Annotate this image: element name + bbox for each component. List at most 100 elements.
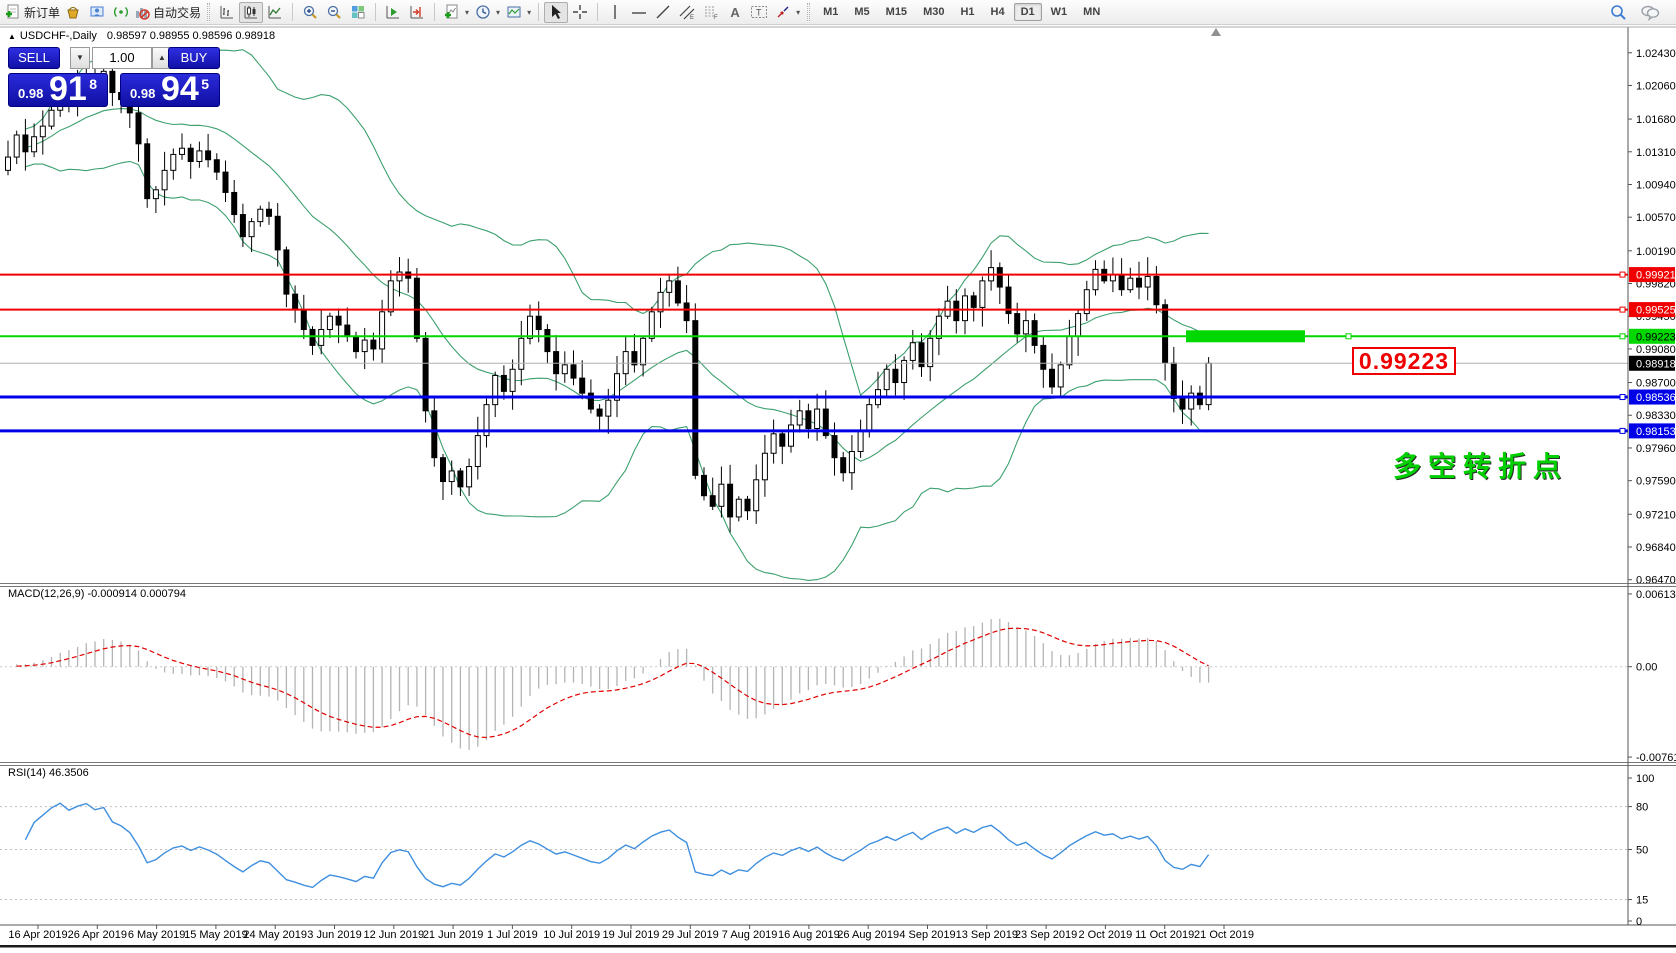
indicators-dropdown[interactable]: ▾ <box>465 8 469 17</box>
ohlc-values: 0.98597 0.98955 0.98596 0.98918 <box>106 30 276 42</box>
templates-dropdown[interactable]: ▾ <box>527 8 531 17</box>
line-anchor[interactable] <box>1619 394 1626 401</box>
search-button[interactable] <box>1606 2 1630 23</box>
label-tool-button[interactable]: T <box>747 2 771 23</box>
chart-canvas[interactable]: 1.024301.020601.016801.013101.009401.005… <box>0 25 1676 948</box>
price-level-annotation[interactable]: 0.99223 <box>1352 347 1456 376</box>
zoom-out-button[interactable] <box>322 2 346 23</box>
date-tick[interactable]: 7 Aug 2019 <box>722 929 778 941</box>
signal-button[interactable] <box>109 2 133 23</box>
date-tick[interactable]: 3 Jun 2019 <box>307 929 361 941</box>
date-tick[interactable]: 26 Aug 2019 <box>837 929 899 941</box>
fibonacci-button[interactable]: F <box>699 2 723 23</box>
arrows-dropdown[interactable]: ▾ <box>796 8 800 17</box>
volume-input[interactable]: 1.00 <box>92 47 152 69</box>
candle <box>848 450 855 474</box>
date-tick[interactable]: 16 Apr 2019 <box>8 929 67 941</box>
date-tick[interactable]: 6 May 2019 <box>128 929 185 941</box>
chat-icon <box>1641 5 1660 21</box>
timeframe-d1[interactable]: D1 <box>1013 3 1042 21</box>
sell-price-box[interactable]: 0.98 91 8 <box>8 70 108 108</box>
candle <box>770 433 777 454</box>
candle <box>205 150 212 161</box>
periods-button[interactable] <box>471 2 495 23</box>
styles-button[interactable] <box>61 2 85 23</box>
date-tick[interactable]: 26 Apr 2019 <box>68 929 127 941</box>
timeframe-m30[interactable]: M30 <box>916 3 951 21</box>
volume-decrease-button[interactable]: ▼ <box>70 47 90 69</box>
svg-text:E: E <box>690 15 694 20</box>
price-tick: 1.02060 <box>1636 80 1676 92</box>
price-tick: 0.98330 <box>1636 410 1676 422</box>
line-anchor[interactable] <box>1619 333 1626 340</box>
candle <box>448 470 455 483</box>
vertical-line-button[interactable] <box>603 2 627 23</box>
line-chart-button[interactable] <box>263 2 287 23</box>
timeframe-mn[interactable]: MN <box>1076 3 1107 21</box>
date-tick[interactable]: 21 Oct 2019 <box>1194 929 1254 941</box>
date-tick[interactable]: 19 Jul 2019 <box>603 929 660 941</box>
date-tick[interactable]: 23 Sep 2019 <box>1015 929 1077 941</box>
zoom-in-button[interactable] <box>298 2 322 23</box>
date-tick[interactable]: 4 Sep 2019 <box>899 929 955 941</box>
text-tool-button[interactable]: A <box>723 2 747 23</box>
line-anchor[interactable] <box>1345 333 1352 340</box>
timeframe-m5[interactable]: M5 <box>847 3 876 21</box>
candle <box>474 435 481 468</box>
tile-windows-button[interactable] <box>346 2 370 23</box>
timeframe-h1[interactable]: H1 <box>953 3 981 21</box>
trendline-button[interactable] <box>651 2 675 23</box>
date-tick[interactable]: 10 Jul 2019 <box>543 929 600 941</box>
chart-shift-button[interactable] <box>405 2 429 23</box>
date-tick[interactable]: 13 Sep 2019 <box>956 929 1018 941</box>
candle <box>1031 320 1038 346</box>
timeframe-h4[interactable]: H4 <box>984 3 1012 21</box>
price-tick: 1.00940 <box>1636 179 1676 191</box>
date-tick[interactable]: 2 Oct 2019 <box>1078 929 1132 941</box>
timeframe-w1[interactable]: W1 <box>1044 3 1075 21</box>
bar-chart-button[interactable] <box>215 2 239 23</box>
candle <box>1118 274 1125 291</box>
candlestick-chart-button[interactable] <box>239 1 264 23</box>
templates-button[interactable] <box>502 2 526 23</box>
date-tick[interactable]: 1 Jul 2019 <box>487 929 538 941</box>
date-tick[interactable]: 11 Oct 2019 <box>1135 929 1194 941</box>
timeframe-m1[interactable]: M1 <box>816 3 845 21</box>
channel-icon: E <box>679 5 695 20</box>
crosshair-button[interactable] <box>568 2 592 23</box>
sell-button[interactable]: SELL <box>8 47 60 69</box>
indicators-button[interactable] <box>440 2 464 23</box>
turning-point-annotation[interactable]: 多空转折点 <box>1393 445 1568 485</box>
candle <box>1136 277 1142 288</box>
green-highlight-band[interactable] <box>1186 330 1305 343</box>
collapse-icon[interactable]: ▲ <box>8 32 16 41</box>
toolbar-grip[interactable] <box>207 3 211 21</box>
line-anchor[interactable] <box>1619 306 1626 313</box>
channel-button[interactable]: E <box>675 2 699 23</box>
date-tick[interactable]: 15 May 2019 <box>184 929 248 941</box>
horizontal-line-button[interactable] <box>627 2 651 23</box>
line-anchor[interactable] <box>1619 271 1626 278</box>
new-order-button[interactable]: 新订单 <box>4 2 61 23</box>
periods-dropdown[interactable]: ▾ <box>496 8 500 17</box>
timeframe-m15[interactable]: M15 <box>879 3 914 21</box>
cursor-button[interactable] <box>544 1 569 23</box>
date-tick[interactable]: 12 Jun 2019 <box>364 929 425 941</box>
macd-tick: 0.00 <box>1636 662 1657 674</box>
arrows-tool-button[interactable] <box>771 2 795 23</box>
candle <box>831 435 838 459</box>
line-anchor[interactable] <box>1619 427 1626 434</box>
timeframe-grip[interactable] <box>807 3 811 21</box>
date-tick[interactable]: 29 Jul 2019 <box>662 929 719 941</box>
chat-button[interactable] <box>1638 2 1662 23</box>
candle <box>518 337 525 370</box>
auto-scroll-button[interactable] <box>381 2 405 23</box>
buy-button[interactable]: BUY <box>168 47 220 69</box>
svg-text:0.98153: 0.98153 <box>1636 426 1676 438</box>
buy-price-box[interactable]: 0.98 94 5 <box>120 70 220 108</box>
date-tick[interactable]: 16 Aug 2019 <box>778 929 840 941</box>
date-tick[interactable]: 24 May 2019 <box>243 929 307 941</box>
date-tick[interactable]: 21 Jun 2019 <box>423 929 484 941</box>
auto-trading-button[interactable]: 自动交易 <box>133 2 202 23</box>
profile-button[interactable] <box>85 2 109 23</box>
